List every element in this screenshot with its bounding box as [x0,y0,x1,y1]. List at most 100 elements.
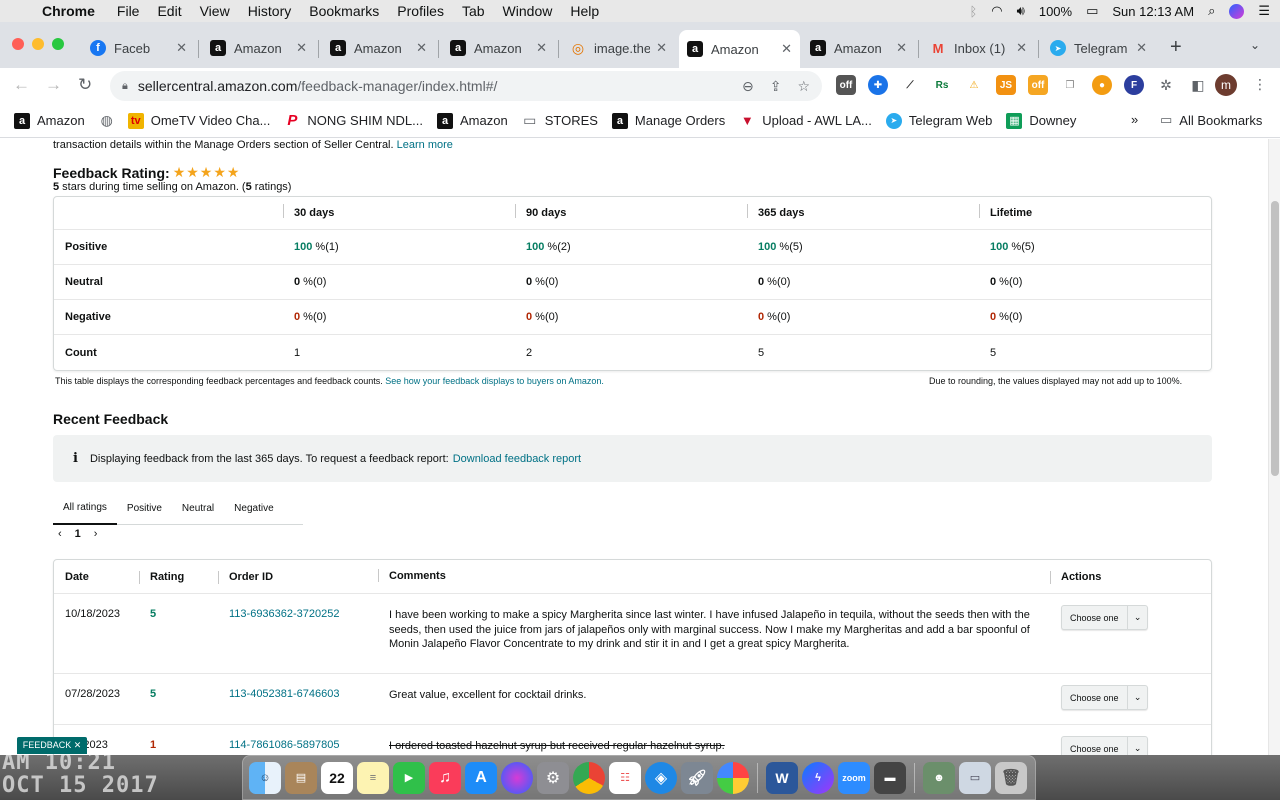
extension-off-orange-icon[interactable]: off [1028,75,1048,95]
menu-view[interactable]: View [200,3,230,19]
address-bar[interactable]: 🔒︎ sellercentral.amazon.com/feedback-man… [110,71,822,101]
reminders-icon[interactable]: ☷ [609,761,641,794]
launchpad-icon[interactable]: 🚀︎ [681,761,713,794]
tab-neutral[interactable]: Neutral [172,492,224,525]
extensions-puzzle-icon[interactable]: ✲ [1156,75,1176,95]
buyer-display-link[interactable]: See how your feedback displays to buyers… [385,376,604,386]
close-tab-icon[interactable]: ✕ [296,40,307,56]
menu-tab[interactable]: Tab [462,3,485,19]
col-rating[interactable]: Rating [139,570,218,584]
page-scrollbar[interactable] [1268,139,1280,755]
menu-edit[interactable]: Edit [157,3,181,19]
extension-js-icon[interactable]: JS [996,75,1016,95]
browser-tab[interactable]: a Amazon ✕ [802,34,915,62]
menu-history[interactable]: History [248,3,292,19]
maximize-window-button[interactable] [52,38,64,50]
bookmark-item[interactable]: ▼ Upload - AWL LA... [739,113,872,129]
minimize-window-button[interactable] [32,38,44,50]
extension-blue-icon[interactable]: ✚ [868,75,888,95]
extension-cube-icon[interactable]: ❒ [1060,75,1080,95]
menu-window[interactable]: Window [503,3,553,19]
current-page-number[interactable]: 1 [75,528,81,540]
action-dropdown[interactable]: Choose one ⌄ [1061,736,1148,755]
all-bookmarks-button[interactable]: ▭ All Bookmarks [1160,112,1262,128]
word-icon[interactable]: W [766,761,798,794]
volume-icon[interactable]: 🔊︎ [1017,3,1025,19]
siri-icon[interactable] [1229,3,1245,19]
bookmark-folder[interactable]: ▭ STORES [522,112,598,129]
menu-clock[interactable]: Sun 12:13 AM [1112,4,1194,19]
siri-icon[interactable] [501,761,533,794]
extension-tool-icon[interactable]: ⟋ [900,75,920,95]
app-store-icon[interactable]: A [465,761,497,794]
music-icon[interactable]: ♫ [429,761,461,794]
order-id-link[interactable]: 114-7861086-5897805 [218,739,378,755]
close-tab-icon[interactable]: ✕ [896,40,907,56]
bookmarks-overflow-chevron-icon[interactable]: » [1131,112,1138,127]
browser-tab[interactable]: a Amazon ✕ [322,34,435,62]
battery-percent[interactable]: 100% [1039,4,1072,19]
browser-tab[interactable]: ➤ Telegram ✕ [1042,34,1155,62]
order-id-link[interactable]: 113-4052381-6746603 [218,688,378,724]
extension-alert-icon[interactable]: ⚠ [964,75,984,95]
trash-icon[interactable]: 🗑︎ [995,761,1027,794]
close-tab-icon[interactable]: ✕ [656,40,667,56]
facetime-icon[interactable]: ▶ [393,761,425,794]
bookmark-item[interactable]: ◍ [99,112,122,129]
bookmark-star-icon[interactable]: ☆ [797,78,810,95]
prev-page-chevron-icon[interactable]: ‹ [58,528,62,540]
action-dropdown[interactable]: Choose one ⌄ [1061,605,1148,630]
extension-circle-icon[interactable]: ● [1092,75,1112,95]
screenshot-icon[interactable]: ▭ [959,761,991,794]
bookmark-item[interactable]: a Manage Orders [611,112,725,129]
zoom-icon[interactable]: ⊖ [742,78,754,95]
close-tab-icon[interactable]: ✕ [781,41,792,57]
battery-icon[interactable]: ▭ [1086,3,1098,19]
tab-positive[interactable]: Positive [117,492,172,525]
profile-avatar[interactable]: m [1215,74,1237,96]
zoom-icon[interactable]: zoom [838,761,870,794]
tab-all-ratings[interactable]: All ratings [53,492,117,525]
menu-file[interactable]: File [117,3,140,19]
browser-tab[interactable]: M Inbox (1) ✕ [922,34,1035,62]
close-window-button[interactable] [12,38,24,50]
bookmark-item[interactable]: a Amazon [14,112,85,129]
lock-icon[interactable]: 🔒︎ [122,80,128,93]
tab-search-chevron-icon[interactable]: ⌄ [1250,38,1260,52]
control-center-icon[interactable]: ☰ [1258,3,1270,19]
close-tab-icon[interactable]: ✕ [416,40,427,56]
calendar-icon[interactable]: 22 [321,761,353,794]
browser-tab[interactable]: f Faceb ✕ [82,34,195,62]
menu-bookmarks[interactable]: Bookmarks [309,3,379,19]
scrollbar-thumb[interactable] [1271,201,1279,476]
contact-photo-icon[interactable]: ☻ [923,761,955,794]
bookmark-item[interactable]: ➤ Telegram Web [885,112,992,129]
bookmark-item[interactable]: a Amazon [437,112,508,129]
bookmark-item[interactable]: ▦ Downey [1006,112,1076,129]
col-date[interactable]: Date [54,571,139,583]
action-dropdown[interactable]: Choose one ⌄ [1061,685,1148,710]
bookmark-item[interactable]: P NONG SHIM NDL... [284,112,423,129]
col-comments[interactable]: Comments [378,569,1050,584]
chrome-icon[interactable] [573,761,605,794]
safari-icon[interactable]: ◈ [645,761,677,794]
extension-off-icon[interactable]: off [836,75,856,95]
browser-tab-active[interactable]: a Amazon ✕ [679,30,800,68]
browser-tab[interactable]: ◎ image.the ✕ [562,34,675,62]
menu-help[interactable]: Help [570,3,599,19]
system-preferences-icon[interactable]: ⚙ [537,761,569,794]
menu-profiles[interactable]: Profiles [397,3,444,19]
close-tab-icon[interactable]: ✕ [1016,40,1027,56]
order-id-link[interactable]: 113-6936362-3720252 [218,608,378,673]
spotlight-search-icon[interactable]: ⌕ [1208,3,1215,19]
chrome-menu-icon[interactable]: ⋮ [1253,76,1267,93]
printer-icon[interactable]: ▬ [874,761,906,794]
finder-icon[interactable]: ☺ [249,761,281,794]
share-icon[interactable]: ⇪ [770,78,782,95]
feedback-button[interactable]: FEEDBACK ✕ [17,737,87,754]
messenger-icon[interactable]: ϟ [802,761,834,794]
bookmark-item[interactable]: tv OmeTV Video Cha... [127,112,270,129]
notes-icon[interactable]: ≡ [357,761,389,794]
tab-negative[interactable]: Negative [224,492,283,525]
photos-icon[interactable] [717,761,749,794]
